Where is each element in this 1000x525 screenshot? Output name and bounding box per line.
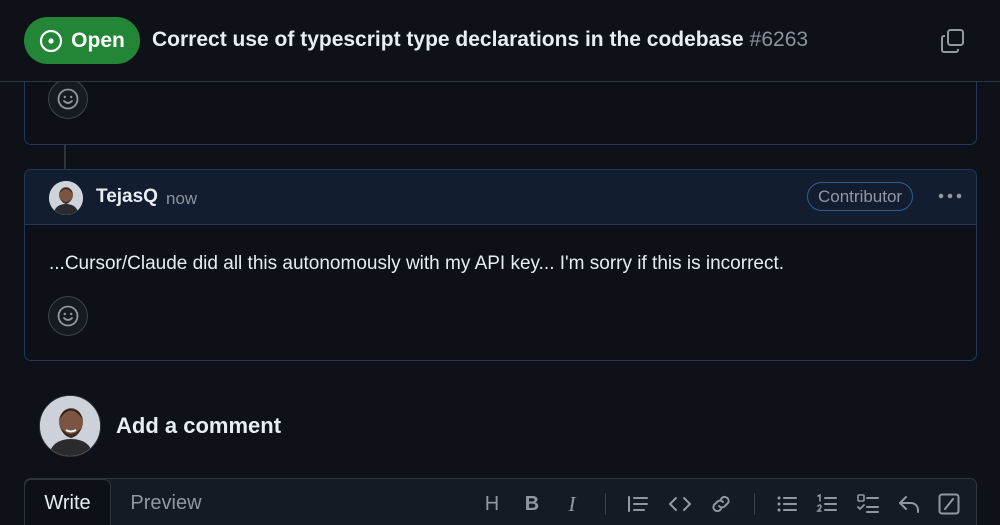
link-button[interactable] — [709, 492, 733, 516]
status-label: Open — [71, 28, 125, 52]
copy-icon — [941, 29, 964, 53]
bold-icon[interactable]: B — [520, 492, 544, 516]
add-reaction-button[interactable] — [48, 79, 88, 119]
link-icon — [712, 495, 730, 513]
status-badge: Open — [24, 17, 140, 64]
comment-header: TejasQ now Contributor — [25, 170, 976, 225]
slash-command-icon — [938, 493, 960, 515]
open-circle-icon — [40, 29, 63, 52]
bulleted-list-button[interactable] — [775, 492, 799, 516]
task-list-icon — [857, 494, 879, 513]
smiley-icon — [57, 305, 79, 327]
heading-icon[interactable]: H — [480, 492, 504, 516]
smiley-icon — [57, 88, 79, 110]
kebab-horizontal-icon — [938, 193, 962, 199]
tab-write[interactable]: Write — [24, 479, 111, 525]
code-button[interactable] — [668, 492, 692, 516]
avatar[interactable] — [49, 181, 83, 215]
avatar-image — [49, 181, 83, 215]
avatar-image — [40, 396, 100, 456]
comment-body: ...Cursor/Claude did all this autonomous… — [49, 253, 785, 274]
comment-card: TejasQ now Contributor ...Cursor/Claude … — [24, 169, 977, 361]
numbered-list-button[interactable] — [815, 492, 839, 516]
pr-title-text: Correct use of typescript type declarati… — [152, 28, 744, 51]
current-user-avatar[interactable] — [39, 395, 101, 457]
bulleted-list-icon — [777, 496, 797, 512]
italic-icon[interactable]: I — [560, 492, 584, 516]
quote-icon — [628, 496, 648, 512]
toolbar-divider — [605, 493, 606, 515]
code-icon — [669, 497, 691, 511]
tab-preview[interactable]: Preview — [111, 479, 221, 525]
numbered-list-icon — [816, 493, 837, 512]
add-reaction-button[interactable] — [48, 296, 88, 336]
timeline-connector — [64, 145, 66, 169]
pr-sticky-header: Open Correct use of typescript type decl… — [0, 0, 1000, 82]
copy-button[interactable] — [939, 27, 967, 55]
pr-number: #6263 — [749, 28, 809, 51]
task-list-button[interactable] — [856, 492, 880, 516]
comment-editor: Write Preview H B I — [24, 478, 977, 525]
role-badge: Contributor — [807, 182, 914, 211]
comment-timestamp[interactable]: now — [166, 189, 197, 209]
page-title: Correct use of typescript type declarati… — [152, 28, 808, 52]
reply-button[interactable] — [897, 492, 921, 516]
add-comment-heading: Add a comment — [116, 413, 282, 438]
reply-icon — [899, 496, 919, 513]
toolbar-divider — [754, 493, 755, 515]
quote-button[interactable] — [626, 492, 650, 516]
comment-author[interactable]: TejasQ — [96, 186, 158, 208]
comment-options-button[interactable] — [933, 183, 967, 209]
slash-command-button[interactable] — [937, 492, 961, 516]
